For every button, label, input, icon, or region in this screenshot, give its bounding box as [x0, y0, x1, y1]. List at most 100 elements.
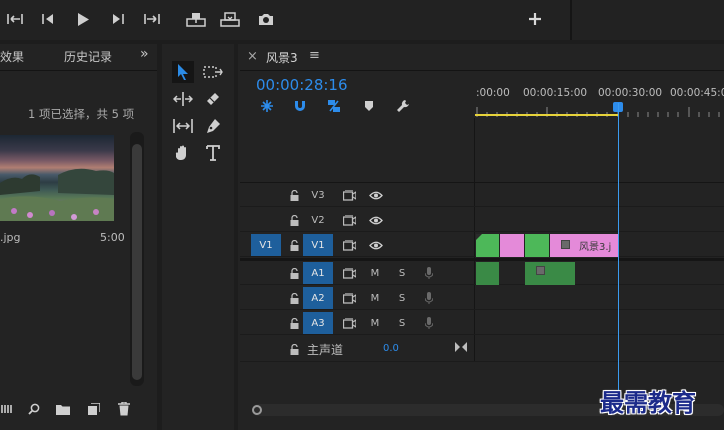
type-tool-icon[interactable] — [202, 142, 224, 164]
new-item-icon[interactable] — [86, 401, 102, 417]
lock-icon[interactable] — [288, 343, 300, 355]
lock-icon[interactable] — [288, 189, 300, 201]
track-label-v3[interactable]: V3 — [303, 184, 333, 206]
media-item-duration: 5:00 — [100, 231, 125, 244]
sequence-tab[interactable]: 风景3 — [266, 49, 298, 66]
camera-icon[interactable] — [256, 9, 276, 29]
lock-icon[interactable] — [288, 292, 300, 304]
tab-history[interactable]: 历史记录 — [64, 48, 112, 65]
mark-out-icon[interactable] — [142, 10, 162, 28]
microphone-icon[interactable] — [423, 266, 435, 280]
pen-tool-icon[interactable] — [202, 115, 224, 137]
sync-lock-icon[interactable] — [341, 213, 357, 227]
watermark: 最需教育 — [600, 388, 696, 417]
panel-tab-divider — [0, 70, 157, 71]
video-clip[interactable] — [525, 234, 549, 257]
sync-lock-icon[interactable] — [341, 316, 357, 330]
source-patch-v1[interactable]: V1 — [251, 234, 281, 256]
sequence-menu-icon[interactable]: ≡ — [309, 48, 320, 63]
new-bin-icon[interactable] — [55, 402, 71, 416]
track-label-v1[interactable]: V1 — [303, 234, 333, 256]
step-back-icon[interactable] — [38, 10, 58, 28]
track-v3: V3 — [240, 183, 724, 207]
solo-button[interactable]: S — [388, 262, 416, 284]
ruler-label-0: :00:00 — [476, 87, 510, 99]
sync-lock-icon[interactable] — [341, 266, 357, 280]
trash-icon[interactable] — [116, 401, 132, 417]
wrench-settings-icon[interactable] — [394, 97, 412, 115]
playhead-timecode[interactable]: 00:00:28:16 — [256, 76, 348, 94]
audio-clip[interactable] — [525, 262, 575, 285]
search-icon[interactable] — [27, 402, 41, 416]
microphone-icon[interactable] — [423, 291, 435, 305]
lock-icon[interactable] — [288, 214, 300, 226]
mute-button[interactable]: M — [361, 312, 389, 334]
master-track-label: 主声道 — [307, 343, 344, 357]
track-v2: V2 — [240, 208, 724, 232]
mark-in-icon[interactable] — [5, 10, 25, 28]
transport-bar — [0, 0, 724, 40]
timeline-tab-divider — [240, 70, 724, 71]
clip-corner-marker — [476, 234, 482, 240]
snap-magnet-icon[interactable] — [291, 97, 309, 115]
media-thumbnail[interactable] — [0, 135, 114, 221]
step-forward-icon[interactable] — [108, 10, 128, 28]
ruler-label-15: 00:00:15:00 — [523, 87, 588, 99]
audio-clip[interactable] — [476, 262, 499, 285]
track-height-toggle-icon[interactable] — [454, 340, 468, 354]
media-item-name: .jpg — [0, 231, 21, 244]
clip-name: 风景3.j — [579, 242, 612, 253]
overwrite-icon[interactable] — [218, 9, 242, 29]
ruler-label-45: 00:00:45:0 — [670, 87, 724, 99]
lock-icon[interactable] — [288, 267, 300, 279]
master-volume-value[interactable]: 0.0 — [383, 343, 399, 354]
zoom-handle[interactable] — [252, 405, 262, 415]
add-marker-icon[interactable] — [361, 97, 377, 115]
add-icon[interactable] — [526, 10, 544, 28]
insert-icon[interactable] — [184, 9, 208, 29]
track-a3: A3 M S — [240, 311, 724, 335]
track-master: 主声道 0.0 — [240, 336, 724, 362]
track-label-a1[interactable]: A1 — [303, 262, 333, 284]
list-view-icon[interactable] — [0, 402, 14, 416]
sync-lock-icon[interactable] — [341, 238, 357, 252]
microphone-icon[interactable] — [423, 316, 435, 330]
track-select-tool-icon[interactable] — [202, 61, 224, 83]
sync-lock-icon[interactable] — [341, 291, 357, 305]
slip-tool-icon[interactable] — [172, 115, 194, 137]
sync-lock-icon[interactable] — [341, 188, 357, 202]
solo-button[interactable]: S — [388, 287, 416, 309]
track-a2: A2 M S — [240, 286, 724, 310]
track-label-a3[interactable]: A3 — [303, 312, 333, 334]
close-sequence-button[interactable]: × — [247, 49, 258, 64]
lock-icon[interactable] — [288, 239, 300, 251]
eye-icon[interactable] — [368, 188, 384, 202]
selection-tool-icon[interactable] — [172, 61, 194, 83]
toolbar-divider — [570, 0, 572, 40]
mute-button[interactable]: M — [361, 287, 389, 309]
razor-tool-icon[interactable] — [202, 88, 224, 110]
project-scrollbar[interactable] — [132, 144, 142, 380]
hand-tool-icon[interactable] — [172, 142, 194, 164]
panel-overflow-button[interactable]: » — [140, 46, 149, 62]
play-icon[interactable] — [74, 10, 92, 28]
eye-icon[interactable] — [368, 238, 384, 252]
mute-button[interactable]: M — [361, 262, 389, 284]
selection-status: 1 项已选择，共 5 项 — [28, 107, 135, 121]
nest-toggle-icon[interactable] — [258, 97, 276, 115]
fx-badge-icon — [536, 266, 545, 275]
playhead-line[interactable] — [618, 103, 619, 403]
video-clip[interactable] — [500, 234, 524, 257]
eye-icon[interactable] — [368, 213, 384, 227]
fx-badge-icon — [561, 240, 570, 249]
ruler-label-30: 00:00:30:00 — [598, 87, 663, 99]
video-clip-selected[interactable]: 风景3.j — [550, 234, 618, 257]
track-label-a2[interactable]: A2 — [303, 287, 333, 309]
ripple-edit-tool-icon[interactable] — [172, 88, 194, 110]
track-label-v2[interactable]: V2 — [303, 209, 333, 231]
solo-button[interactable]: S — [388, 312, 416, 334]
linked-selection-icon[interactable] — [325, 97, 343, 115]
work-area-bar[interactable] — [475, 114, 618, 116]
tab-effects[interactable]: 效果 — [0, 48, 24, 65]
lock-icon[interactable] — [288, 317, 300, 329]
